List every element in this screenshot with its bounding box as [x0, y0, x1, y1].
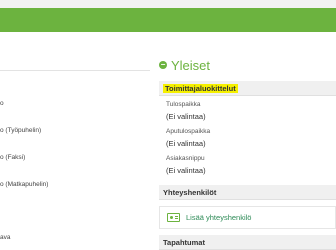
- panel-header-label: Tapahtumat: [163, 237, 205, 247]
- top-bar: [0, 0, 336, 8]
- field-value-aputulospaikka[interactable]: (Ei valintaa): [166, 139, 206, 148]
- left-list-item: o: [0, 100, 4, 107]
- panel-header-label: Yhteyshenkilöt: [163, 187, 217, 197]
- left-list-item: ava: [0, 234, 11, 241]
- panel-header-label: Toimittajaluokittelut: [163, 83, 238, 93]
- field-label-asiakasnippu: Asiakasnippu: [166, 155, 205, 162]
- panel-header-contacts: Yhteyshenkilöt: [159, 185, 336, 200]
- field-label-tulospaikka: Tulospaikka: [166, 101, 201, 108]
- add-contact-link[interactable]: Lisää yhteyshenkilö: [186, 213, 251, 222]
- app-header-bar: [0, 8, 336, 32]
- section-title: Yleiset: [171, 57, 211, 73]
- panel-header-events: Tapahtumat: [159, 235, 336, 250]
- field-value-asiakasnippu[interactable]: (Ei valintaa): [166, 166, 206, 175]
- left-list-item: o (Matkapuhelin): [0, 181, 49, 188]
- left-divider: [0, 70, 150, 71]
- left-list-item: o (Työpuhelin): [0, 127, 42, 134]
- section-toggle-yleiset[interactable]: − Yleiset: [159, 57, 210, 73]
- minus-circle-icon[interactable]: −: [159, 61, 167, 69]
- left-list-item: o (Faksi): [0, 154, 26, 161]
- field-value-tulospaikka[interactable]: (Ei valintaa): [166, 112, 206, 121]
- field-label-aputulospaikka: Aputulospaikka: [166, 128, 211, 135]
- add-contact-button[interactable]: Lisää yhteyshenkilö: [159, 206, 336, 229]
- contact-card-icon: [167, 213, 180, 222]
- panel-header-supplier-classes: Toimittajaluokittelut: [159, 81, 336, 96]
